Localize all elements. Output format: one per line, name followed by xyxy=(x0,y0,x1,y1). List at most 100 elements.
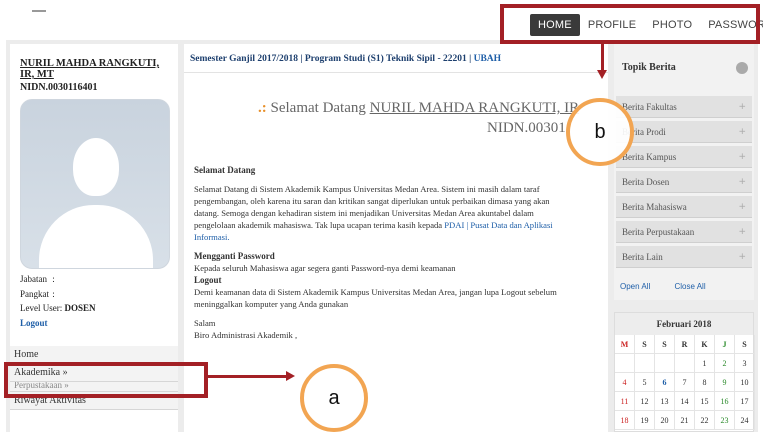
calendar-day[interactable]: 15 xyxy=(695,392,715,411)
annotation-circle-a: a xyxy=(300,364,368,432)
topic-label: Berita Mahasiswa xyxy=(622,202,687,212)
jabatan-line: Jabatan : xyxy=(20,274,55,284)
topic-label: Berita Kampus xyxy=(622,152,677,162)
welcome-prefix: Selamat Datang xyxy=(270,100,366,116)
welcome-dots-icon: .: xyxy=(258,100,267,116)
welcome-nidn: NIDN.00301 xyxy=(487,120,566,136)
expand-controls: Open All Close All xyxy=(620,282,728,291)
sidebar-logout-link[interactable]: Logout xyxy=(20,318,48,328)
topic-label: Berita Fakultas xyxy=(622,102,677,112)
news-topics-panel: Topik Berita Berita Fakultas + Berita Pro… xyxy=(614,44,754,300)
calendar-day[interactable]: 11 xyxy=(615,392,635,411)
plus-icon: + xyxy=(738,127,746,137)
calendar-day[interactable]: 16 xyxy=(715,392,735,411)
annotation-arrow-b-line xyxy=(601,44,604,72)
calendar-day-header: R xyxy=(675,335,695,354)
calendar-day[interactable]: 20 xyxy=(655,411,675,430)
calendar-day[interactable]: 2 xyxy=(715,354,735,373)
pangkat-label: Pangkat xyxy=(20,289,49,299)
news-topic-list: Berita Fakultas + Berita Prodi + Berita Ka… xyxy=(616,96,752,271)
calendar-day-header: S xyxy=(735,335,755,354)
calendar-day[interactable]: 18 xyxy=(615,411,635,430)
jabatan-value: : xyxy=(52,274,55,284)
topic-item-prodi[interactable]: Berita Prodi + xyxy=(616,121,752,143)
topic-item-dosen[interactable]: Berita Dosen + xyxy=(616,171,752,193)
calendar-day-header: S xyxy=(635,335,655,354)
calendar-day-today[interactable]: 6 xyxy=(655,373,675,392)
calendar-day-header: S xyxy=(655,335,675,354)
main-content: Semester Ganjil 2017/2018 | Program Stud… xyxy=(184,44,608,432)
level-user-value: DOSEN xyxy=(64,303,96,313)
topic-item-fakultas[interactable]: Berita Fakultas + xyxy=(616,96,752,118)
calendar-day[interactable]: 1 xyxy=(695,354,715,373)
salam-text: Salam xyxy=(194,318,216,328)
section-heading-logout: Logout xyxy=(194,275,222,285)
calendar-day[interactable]: 7 xyxy=(675,373,695,392)
divider xyxy=(184,72,608,73)
plus-icon: + xyxy=(738,227,746,237)
annotation-arrow-a-head-icon xyxy=(286,371,295,381)
calendar-day[interactable]: 3 xyxy=(735,354,755,373)
calendar-day[interactable] xyxy=(635,354,655,373)
user-nidn: NIDN.0030116401 xyxy=(20,82,98,93)
level-user-label: Level User: xyxy=(20,303,63,313)
calendar-day[interactable]: 10 xyxy=(735,373,755,392)
breadcrumb-text: Semester Ganjil 2017/2018 | Program Stud… xyxy=(190,54,474,64)
topic-item-kampus[interactable]: Berita Kampus + xyxy=(616,146,752,168)
level-user-line: Level User: DOSEN xyxy=(20,303,96,313)
calendar-grid: M S S R K J S 1 2 3 4 5 6 7 8 9 10 11 12… xyxy=(615,335,755,430)
collapse-toggle-icon[interactable] xyxy=(736,62,748,74)
jabatan-label: Jabatan xyxy=(20,274,47,284)
calendar-day[interactable] xyxy=(615,354,635,373)
plus-icon: + xyxy=(738,202,746,212)
plus-icon: + xyxy=(738,177,746,187)
section-heading-welcome: Selamat Datang xyxy=(194,165,256,175)
topic-item-perpustakaan[interactable]: Berita Perpustakaan + xyxy=(616,221,752,243)
annotation-box-topnav xyxy=(500,4,760,44)
calendar-day[interactable]: 14 xyxy=(675,392,695,411)
logout-paragraph: Demi keamanan data di Sistem Akademik Ka… xyxy=(194,287,557,309)
pangkat-value: : xyxy=(52,289,55,299)
calendar-day[interactable]: 23 xyxy=(715,411,735,430)
password-paragraph: Kepada seluruh Mahasiswa agar segera gan… xyxy=(194,263,456,273)
topic-label: Berita Perpustakaan xyxy=(622,227,695,237)
signature-text: Biro Administrasi Akademik , xyxy=(194,330,298,340)
semester-breadcrumb: Semester Ganjil 2017/2018 | Program Stud… xyxy=(190,54,501,64)
calendar-day[interactable]: 13 xyxy=(655,392,675,411)
open-all-link[interactable]: Open All xyxy=(620,282,650,291)
welcome-heading: .: Selamat Datang NURIL MAHDA RANGKUTI, … xyxy=(258,100,579,117)
calendar-day[interactable]: 9 xyxy=(715,373,735,392)
welcome-user-name: NURIL MAHDA RANGKUTI, IR xyxy=(369,100,580,116)
annotation-arrow-a-line xyxy=(208,375,288,378)
welcome-paragraph: Selamat Datang di Sistem Akademik Kampus… xyxy=(194,183,574,243)
plus-icon: + xyxy=(738,152,746,162)
calendar-widget: Februari 2018 M S S R K J S 1 2 3 4 5 6 … xyxy=(614,312,755,432)
calendar-day[interactable] xyxy=(675,354,695,373)
calendar-day[interactable]: 4 xyxy=(615,373,635,392)
calendar-day-header: J xyxy=(715,335,735,354)
ubah-link[interactable]: UBAH xyxy=(474,54,501,64)
pangkat-line: Pangkat : xyxy=(20,289,55,299)
annotation-circle-b: b xyxy=(566,98,634,166)
close-all-link[interactable]: Close All xyxy=(674,282,705,291)
welcome-content: Selamat Datang Selamat Datang di Sistem … xyxy=(194,164,574,341)
topic-item-mahasiswa[interactable]: Berita Mahasiswa + xyxy=(616,196,752,218)
annotation-box-akademika xyxy=(4,362,208,398)
topic-label: Berita Lain xyxy=(622,252,663,262)
calendar-day[interactable]: 8 xyxy=(695,373,715,392)
calendar-day[interactable]: 17 xyxy=(735,392,755,411)
calendar-day-header: K xyxy=(695,335,715,354)
calendar-day[interactable] xyxy=(655,354,675,373)
calendar-day[interactable]: 22 xyxy=(695,411,715,430)
calendar-day[interactable]: 5 xyxy=(635,373,655,392)
user-name[interactable]: NURIL MAHDA RANGKUTI, IR, MT xyxy=(20,58,175,80)
calendar-day[interactable]: 12 xyxy=(635,392,655,411)
calendar-day[interactable]: 24 xyxy=(735,411,755,430)
news-topics-title: Topik Berita xyxy=(622,62,676,73)
plus-icon: + xyxy=(738,102,746,112)
calendar-day[interactable]: 19 xyxy=(635,411,655,430)
avatar-placeholder-icon xyxy=(20,99,170,269)
plus-icon: + xyxy=(738,252,746,262)
calendar-day[interactable]: 21 xyxy=(675,411,695,430)
topic-item-lain[interactable]: Berita Lain + xyxy=(616,246,752,268)
